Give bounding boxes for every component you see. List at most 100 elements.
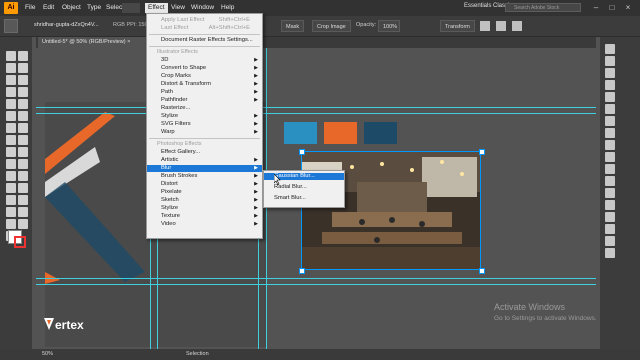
perspective-grid-tool-icon[interactable] xyxy=(6,171,16,181)
placed-image[interactable] xyxy=(301,151,481,270)
effect-item-sketch[interactable]: Sketch ▶ xyxy=(147,197,262,204)
bridge-icon[interactable] xyxy=(122,3,140,13)
color-swatch-blue[interactable] xyxy=(284,122,317,144)
menu-object[interactable]: Object xyxy=(59,3,84,13)
menu-effect[interactable]: Effect xyxy=(145,3,168,13)
linked-filename[interactable]: shridhar-gupta-dZxQn4V... xyxy=(34,22,99,28)
align-icon[interactable] xyxy=(605,188,615,198)
effect-item-stylize[interactable]: Stylize ▶ xyxy=(147,205,262,212)
rotate-tool-icon[interactable] xyxy=(6,135,16,145)
width-tool-icon[interactable] xyxy=(6,147,16,157)
guide-horizontal[interactable] xyxy=(36,284,596,285)
transparency-icon[interactable] xyxy=(605,164,615,174)
stroke-icon[interactable] xyxy=(605,140,615,150)
minimize-icon[interactable]: – xyxy=(590,2,602,13)
mesh-tool-icon[interactable] xyxy=(18,171,28,181)
layers-icon[interactable] xyxy=(605,224,615,234)
stock-search-input[interactable]: Search Adobe Stock xyxy=(505,3,581,12)
menu-view[interactable]: View xyxy=(168,3,188,13)
status-mode[interactable]: Selection xyxy=(186,351,209,357)
shaper-tool-icon[interactable] xyxy=(6,111,16,121)
effect-item-texture[interactable]: Texture ▶ xyxy=(147,213,262,220)
guide-horizontal[interactable] xyxy=(36,113,596,114)
effect-item-path[interactable]: Path ▶ xyxy=(147,89,262,96)
guide-horizontal[interactable] xyxy=(36,278,596,279)
scissors-tool-icon[interactable] xyxy=(18,123,28,133)
menu-help[interactable]: Help xyxy=(218,3,237,13)
eraser-tool-icon[interactable] xyxy=(6,123,16,133)
shape-builder-tool-icon[interactable] xyxy=(18,159,28,169)
document-tab[interactable]: Untitled-5* @ 50% (RGB/Preview) × xyxy=(38,37,146,48)
effect-item-blur[interactable]: Blur ▶ xyxy=(147,165,262,172)
effect-item-3d[interactable]: 3D ▶ xyxy=(147,57,262,64)
eyedropper-tool-icon[interactable] xyxy=(18,183,28,193)
properties-icon[interactable] xyxy=(605,44,615,54)
pencil-tool-icon[interactable] xyxy=(18,111,28,121)
hand-tool-icon[interactable] xyxy=(18,219,28,229)
menu-window[interactable]: Window xyxy=(188,3,217,13)
effect-item-rasterize[interactable]: Rasterize... xyxy=(147,105,262,112)
pathfinder-icon[interactable] xyxy=(605,212,615,222)
color-swatch-orange[interactable] xyxy=(324,122,357,144)
stroke-color-icon[interactable] xyxy=(14,236,26,248)
effect-item-brush-strokes[interactable]: Brush Strokes ▶ xyxy=(147,173,262,180)
effect-item-artistic[interactable]: Artistic ▶ xyxy=(147,157,262,164)
opacity-field[interactable]: 100% xyxy=(378,20,400,32)
zoom-field[interactable]: 50% xyxy=(42,351,53,357)
appearance-icon[interactable] xyxy=(605,176,615,186)
type-tool-icon[interactable] xyxy=(6,87,16,97)
selection-handle[interactable] xyxy=(479,268,485,274)
align-icon[interactable] xyxy=(480,21,490,31)
crop-image-button[interactable]: Crop Image xyxy=(312,20,351,32)
color-swatch-navy[interactable] xyxy=(364,122,397,144)
artboards-icon[interactable] xyxy=(605,248,615,258)
effect-item-video[interactable]: Video ▶ xyxy=(147,221,262,228)
scale-tool-icon[interactable] xyxy=(18,135,28,145)
close-icon[interactable]: × xyxy=(622,2,634,13)
magic-wand-tool-icon[interactable] xyxy=(6,63,16,73)
libraries-icon[interactable] xyxy=(605,56,615,66)
menu-type[interactable]: Type xyxy=(84,3,104,13)
effect-item-effect-gallery[interactable]: Effect Gallery... xyxy=(147,149,262,156)
maximize-icon[interactable]: □ xyxy=(606,2,618,13)
effect-item-stylize[interactable]: Stylize ▶ xyxy=(147,113,262,120)
lasso-tool-icon[interactable] xyxy=(18,63,28,73)
effect-item-pixelate[interactable]: Pixelate ▶ xyxy=(147,189,262,196)
menu-edit[interactable]: Edit xyxy=(40,3,57,13)
blur-item-radial-blur[interactable]: Radial Blur... xyxy=(264,184,344,191)
gradient-tool-icon[interactable] xyxy=(6,183,16,193)
guide-horizontal[interactable] xyxy=(36,107,596,108)
arrange-icon[interactable] xyxy=(512,21,522,31)
symbols-icon[interactable] xyxy=(605,116,615,126)
line-tool-icon[interactable] xyxy=(18,87,28,97)
transform-button[interactable]: Transform xyxy=(440,20,475,32)
embed-icon[interactable] xyxy=(4,19,18,33)
color-guide-icon[interactable] xyxy=(605,80,615,90)
gradient-icon[interactable] xyxy=(605,152,615,162)
swatches-icon[interactable] xyxy=(605,92,615,102)
transform-icon[interactable] xyxy=(605,200,615,210)
effect-item-warp[interactable]: Warp ▶ xyxy=(147,129,262,136)
warp-tool-icon[interactable] xyxy=(18,147,28,157)
document-raster-effects-item[interactable]: Document Raster Effects Settings... xyxy=(147,37,262,44)
brushes-icon[interactable] xyxy=(605,104,615,114)
selection-handle[interactable] xyxy=(479,149,485,155)
selection-tool-icon[interactable] xyxy=(6,51,16,61)
blur-item-smart-blur[interactable]: Smart Blur... xyxy=(264,195,344,202)
artboard-tool-icon[interactable] xyxy=(18,207,28,217)
mask-button[interactable]: Mask xyxy=(281,20,305,32)
free-transform-tool-icon[interactable] xyxy=(6,159,16,169)
effect-item-convert-to-shape[interactable]: Convert to Shape ▶ xyxy=(147,65,262,72)
effect-item-svg-filters[interactable]: SVG Filters ▶ xyxy=(147,121,262,128)
slice-tool-icon[interactable] xyxy=(6,219,16,229)
effect-item-distort[interactable]: Distort ▶ xyxy=(147,181,262,188)
menu-file[interactable]: File xyxy=(22,3,38,13)
curvature-tool-icon[interactable] xyxy=(18,75,28,85)
graph-tool-icon[interactable] xyxy=(6,207,16,217)
effect-item-pathfinder[interactable]: Pathfinder ▶ xyxy=(147,97,262,104)
effect-item-distort-transform[interactable]: Distort & Transform ▶ xyxy=(147,81,262,88)
selection-handle[interactable] xyxy=(299,149,305,155)
distribute-icon[interactable] xyxy=(496,21,506,31)
blend-tool-icon[interactable] xyxy=(6,195,16,205)
color-icon[interactable] xyxy=(605,68,615,78)
